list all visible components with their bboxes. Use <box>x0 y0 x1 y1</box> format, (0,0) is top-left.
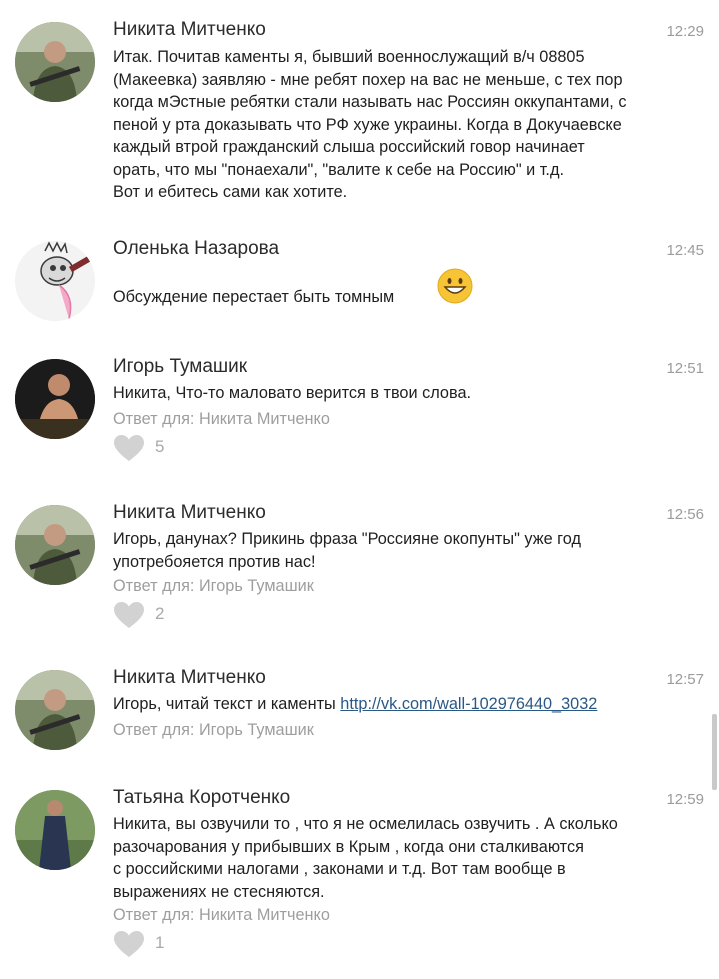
woman-avatar-image <box>15 790 95 870</box>
reply-to-link[interactable]: Ответ для: Никита Митченко <box>113 906 330 925</box>
comment-author[interactable]: Татьяна Коротченко <box>113 787 290 809</box>
comment-text: Игорь, данунах? Прикинь фраза "Россияне … <box>113 530 581 571</box>
soldier-avatar-image <box>15 670 95 750</box>
comment-text: Обсуждение перестает быть томным <box>113 288 395 306</box>
grinning-face-emoji-icon <box>437 268 473 304</box>
comment-text-prefix: Игорь, читай текст и каменты <box>113 695 341 713</box>
wall-post-link[interactable]: http://vk.com/wall-102976440_3032 <box>340 695 597 713</box>
comment-time: 12:29 <box>666 23 704 40</box>
comment-time: 12:51 <box>666 360 704 377</box>
comment-text: Игорь, читай текст и каменты http://vk.c… <box>113 693 698 716</box>
heart-icon[interactable] <box>113 434 145 462</box>
heart-icon[interactable] <box>113 601 145 629</box>
man-avatar-image <box>15 359 95 439</box>
avatar[interactable] <box>15 790 95 870</box>
like-count: 2 <box>155 604 165 623</box>
comment-text: Никита, Что-то маловато верится в твои с… <box>113 384 472 402</box>
soldier-avatar-image <box>15 22 95 102</box>
comment-time: 12:57 <box>666 671 704 688</box>
comment-author[interactable]: Никита Митченко <box>113 19 266 41</box>
comment-author[interactable]: Оленька Назарова <box>113 238 279 260</box>
soldier-avatar-image <box>15 505 95 585</box>
comment-author[interactable]: Никита Митченко <box>113 667 266 689</box>
like-count: 5 <box>155 437 165 456</box>
avatar[interactable] <box>15 22 95 102</box>
comment-time: 12:56 <box>666 506 704 523</box>
comment-time: 12:45 <box>666 242 704 259</box>
comment-text: Никита, вы озвучили то , что я не осмели… <box>113 815 618 901</box>
avatar[interactable] <box>15 505 95 585</box>
like-count: 1 <box>155 933 165 952</box>
reply-to-link[interactable]: Ответ для: Игорь Тумашик <box>113 577 314 596</box>
comment-author[interactable]: Никита Митченко <box>113 502 266 524</box>
comment-time: 12:59 <box>666 791 704 808</box>
heart-icon[interactable] <box>113 930 145 958</box>
cartoon-avatar-image <box>15 241 95 321</box>
avatar[interactable] <box>15 670 95 750</box>
comment-text: Итак. Почитав каменты я, бывший военносл… <box>113 48 627 201</box>
scrollbar[interactable] <box>712 714 717 790</box>
avatar[interactable] <box>15 359 95 439</box>
avatar[interactable] <box>15 241 95 321</box>
comment-author[interactable]: Игорь Тумашик <box>113 356 247 378</box>
reply-to-link[interactable]: Ответ для: Игорь Тумашик <box>113 721 314 740</box>
reply-to-link[interactable]: Ответ для: Никита Митченко <box>113 410 330 429</box>
